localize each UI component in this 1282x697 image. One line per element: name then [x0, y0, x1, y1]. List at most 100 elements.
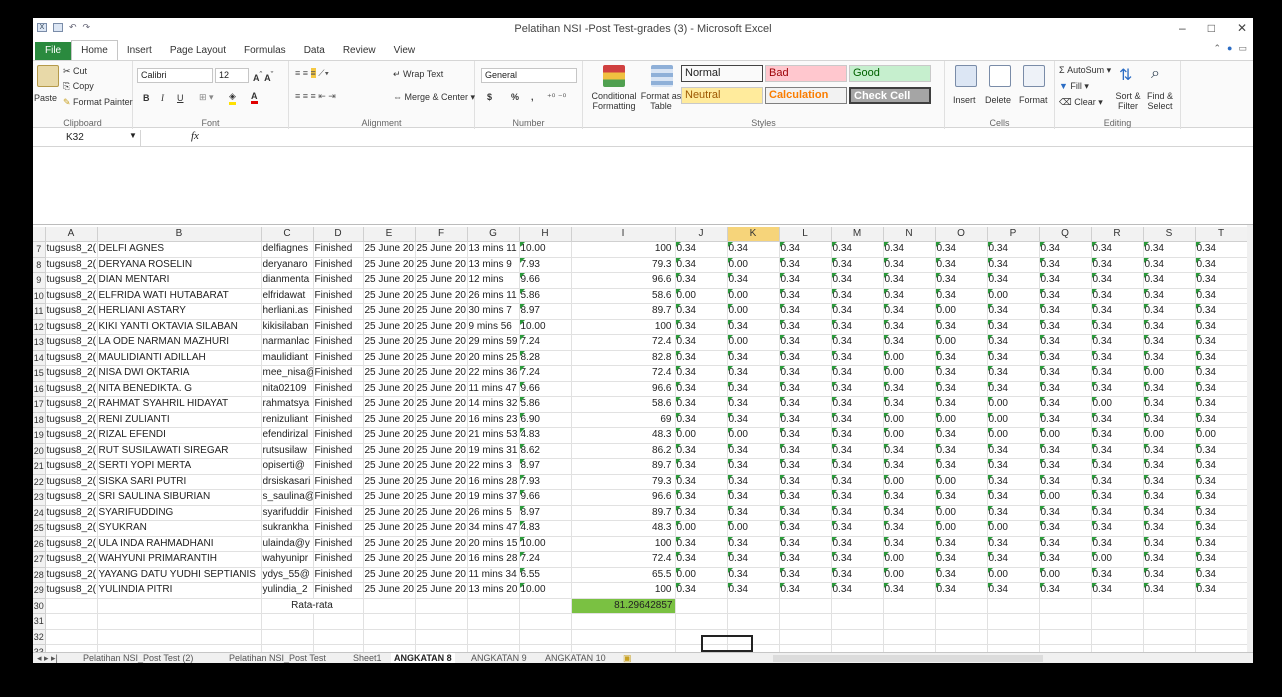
cell-completed[interactable]: 25 June 20 — [415, 489, 468, 506]
cell-question-score[interactable]: 0.00 — [987, 412, 1040, 428]
cell-empty[interactable] — [987, 644, 1040, 652]
font-name-select[interactable]: Calibri — [137, 68, 213, 83]
column-header-m[interactable]: M — [831, 227, 884, 242]
cell-question-score[interactable]: 0.34 — [935, 458, 988, 475]
cell-question-score[interactable]: 0.34 — [987, 536, 1040, 552]
cell-question-score[interactable]: 0.34 — [1091, 365, 1144, 382]
cell-empty[interactable] — [675, 613, 728, 630]
cell-grade[interactable]: 10.00 — [519, 582, 572, 599]
cell-question-score[interactable]: 0.34 — [1091, 350, 1144, 366]
cell-question-score[interactable]: 0.00 — [1039, 427, 1092, 444]
row-header[interactable]: 21 — [33, 458, 46, 475]
cell-time-taken[interactable]: 16 mins 23 — [467, 412, 520, 428]
cell-score[interactable]: 96.6 — [571, 272, 676, 289]
cell-question-score[interactable]: 0.00 — [1039, 567, 1092, 583]
cell-question-score[interactable]: 0.34 — [883, 257, 936, 273]
cell-email[interactable]: dianmenta — [261, 272, 314, 289]
cell-question-score[interactable]: 0.34 — [1195, 257, 1248, 273]
cell-name[interactable]: YULINDIA PITRI — [97, 582, 262, 599]
cell-question-score[interactable]: 0.34 — [831, 505, 884, 521]
cell-email[interactable]: sukrankha — [261, 520, 314, 537]
cell-status[interactable]: Finished — [313, 567, 364, 583]
cell-question-score[interactable]: 0.34 — [675, 458, 728, 475]
cell-started[interactable]: 25 June 20 — [363, 474, 416, 490]
cell-question-score[interactable]: 0.34 — [935, 551, 988, 568]
cell-started[interactable]: 25 June 20 — [363, 427, 416, 444]
cell-question-score[interactable]: 0.34 — [675, 365, 728, 382]
cell-question-score[interactable]: 0.34 — [727, 567, 780, 583]
cell-question-score[interactable]: 0.34 — [727, 241, 780, 258]
cell-question-score[interactable]: 0.34 — [1039, 303, 1092, 320]
cell-question-score[interactable]: 0.34 — [1195, 334, 1248, 351]
cell-question-score[interactable]: 0.00 — [1091, 396, 1144, 413]
cell-question-score[interactable]: 0.34 — [675, 303, 728, 320]
cell-empty[interactable] — [363, 598, 416, 614]
cell-time-taken[interactable]: 21 mins 53 — [467, 427, 520, 444]
format-table-button[interactable]: Format as Table — [639, 91, 683, 111]
cell-time-taken[interactable]: 30 mins 7 — [467, 303, 520, 320]
cell-email[interactable]: wahyunipr — [261, 551, 314, 568]
cell-completed[interactable]: 25 June 20 — [415, 551, 468, 568]
decimal-icons[interactable]: ⁺⁰ ⁻⁰ — [547, 92, 566, 103]
cell-score[interactable]: 65.5 — [571, 567, 676, 583]
cell-name[interactable]: RUT SUSILAWATI SIREGAR — [97, 443, 262, 459]
cell-name[interactable]: ULA INDA RAHMADHANI — [97, 536, 262, 552]
cell-name[interactable]: SRI SAULINA SIBURIAN — [97, 489, 262, 506]
cell-empty[interactable] — [313, 644, 364, 652]
cell-question-score[interactable]: 0.34 — [727, 412, 780, 428]
row-header[interactable]: 22 — [33, 474, 46, 490]
row-header[interactable]: 20 — [33, 443, 46, 459]
cell-question-score[interactable]: 0.34 — [779, 458, 832, 475]
align-left-icons[interactable]: ≡ ≡ ≡ ⇤ ⇥ — [295, 91, 336, 102]
cell-empty[interactable] — [467, 644, 520, 652]
cell-empty[interactable] — [519, 613, 572, 630]
cell-question-score[interactable]: 0.34 — [727, 458, 780, 475]
cell-name[interactable]: RAHMAT SYAHRIL HIDAYAT — [97, 396, 262, 413]
cell-question-score[interactable]: 0.00 — [1143, 427, 1196, 444]
cell-question-score[interactable]: 0.00 — [883, 365, 936, 382]
cell-question-score[interactable]: 0.34 — [1091, 474, 1144, 490]
currency-button[interactable]: $ — [487, 92, 492, 102]
cell-username[interactable]: tugsus8_2( — [45, 520, 98, 537]
cell-question-score[interactable]: 0.34 — [883, 505, 936, 521]
cell-empty[interactable] — [1195, 629, 1248, 645]
cell-question-score[interactable]: 0.34 — [779, 551, 832, 568]
cell-question-score[interactable]: 0.34 — [831, 365, 884, 382]
cell-question-score[interactable]: 0.34 — [831, 427, 884, 444]
cell-question-score[interactable]: 0.00 — [935, 505, 988, 521]
cell-username[interactable]: tugsus8_2( — [45, 303, 98, 320]
cell-empty[interactable] — [45, 644, 98, 652]
cell-empty[interactable] — [831, 598, 884, 614]
close-button[interactable]: ✕ — [1237, 21, 1247, 35]
cell-question-score[interactable]: 0.34 — [1091, 272, 1144, 289]
cell-question-score[interactable]: 0.34 — [779, 365, 832, 382]
insert-button[interactable]: Insert — [953, 95, 976, 105]
cell-started[interactable]: 25 June 20 — [363, 412, 416, 428]
cell-question-score[interactable]: 0.34 — [1195, 350, 1248, 366]
column-header-q[interactable]: Q — [1039, 227, 1092, 242]
format-cells-icon[interactable] — [1023, 65, 1045, 87]
cell-question-score[interactable]: 0.00 — [935, 474, 988, 490]
cell-completed[interactable]: 25 June 20 — [415, 443, 468, 459]
cell-started[interactable]: 25 June 20 — [363, 350, 416, 366]
cell-time-taken[interactable]: 19 mins 37 — [467, 489, 520, 506]
cell-question-score[interactable]: 0.34 — [831, 536, 884, 552]
cell-question-score[interactable]: 0.00 — [935, 412, 988, 428]
cell-question-score[interactable]: 0.34 — [935, 272, 988, 289]
cell-question-score[interactable]: 0.34 — [1143, 567, 1196, 583]
cell-empty[interactable] — [883, 613, 936, 630]
tab-review[interactable]: Review — [334, 42, 385, 60]
cell-email[interactable]: nita02109 — [261, 381, 314, 397]
row-header[interactable]: 15 — [33, 365, 46, 382]
cell-question-score[interactable]: 0.34 — [1195, 489, 1248, 506]
cell-question-score[interactable]: 0.34 — [675, 334, 728, 351]
cell-email[interactable]: narmanlac — [261, 334, 314, 351]
cell-username[interactable]: tugsus8_2( — [45, 241, 98, 258]
cell-question-score[interactable]: 0.34 — [1091, 582, 1144, 599]
cut-button[interactable]: ✂ Cut — [63, 66, 87, 77]
cell-question-score[interactable]: 0.34 — [883, 536, 936, 552]
cell-grade[interactable]: 7.93 — [519, 474, 572, 490]
format-painter-button[interactable]: ✎ Format Painter — [63, 97, 133, 108]
cell-question-score[interactable]: 0.00 — [1039, 489, 1092, 506]
cell-empty[interactable] — [883, 644, 936, 652]
